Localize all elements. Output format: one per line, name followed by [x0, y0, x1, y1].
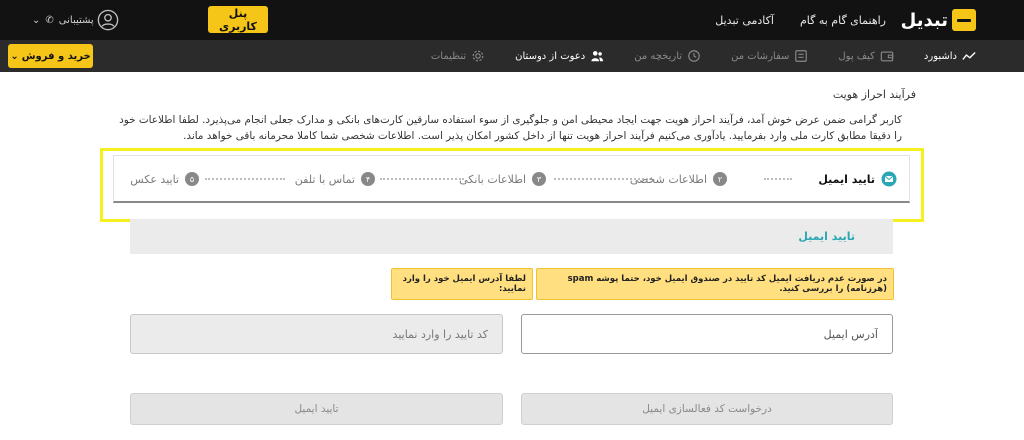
subnav-item-history[interactable]: تاریخچه من	[634, 49, 701, 63]
envelope-icon	[881, 171, 897, 187]
step-number: ۵	[185, 172, 199, 186]
step-label: تایید عکس	[130, 172, 179, 186]
subnav-item-invite[interactable]: دعوت از دوستان	[515, 49, 604, 63]
step-photo[interactable]: ۵ تایید عکس	[130, 156, 199, 202]
user-panel-button[interactable]: پنل کاربری	[208, 6, 268, 33]
step-label: تماس با تلفن	[294, 172, 355, 186]
step-bank-info[interactable]: ۳ اطلاعات بانکی	[459, 156, 546, 202]
subnav-item-settings[interactable]: تنظیمات	[431, 49, 485, 63]
subnav-item-dashboard[interactable]: داشبورد	[924, 49, 976, 63]
verification-stepper: تایید ایمیل ۲ اطلاعات شخصی ۳ اطلاعات بان…	[113, 155, 910, 203]
buy-sell-button[interactable]: ⌄ خرید و فروش	[8, 44, 93, 68]
subnav-label: کیف پول	[838, 50, 875, 62]
step-connector	[380, 178, 464, 180]
nav-academy-link[interactable]: آکادمی تبدیل	[715, 14, 774, 27]
gear-icon	[472, 50, 484, 62]
email-section-title: تایید ایمیل	[798, 230, 855, 243]
intro-text: کاربر گرامی ضمن عرض خوش آمد، فرآیند احرا…	[119, 114, 902, 142]
step-connector	[764, 178, 792, 180]
step-label: اطلاعات بانکی	[459, 172, 526, 186]
step-email[interactable]: تایید ایمیل	[818, 156, 897, 202]
chart-icon	[962, 52, 976, 60]
support-menu[interactable]: ⌄ ✆ پشتیبانی	[32, 0, 94, 40]
chevron-down-icon: ⌄	[10, 50, 19, 62]
subnav-item-wallet[interactable]: کیف پول	[838, 49, 894, 63]
subnav-label: سفارشات من	[731, 50, 790, 62]
step-number: ۴	[361, 172, 375, 186]
request-code-button[interactable]: درخواست کد فعالسازی ایمیل	[521, 393, 893, 425]
email-input[interactable]	[521, 314, 893, 354]
sub-nav-bar: داشبورد کیف پول سفارشات من تاریخچه من دع…	[0, 40, 1024, 72]
subnav-item-orders[interactable]: سفارشات من	[731, 49, 808, 63]
email-section-header: تایید ایمیل	[130, 219, 893, 254]
subnav-label: داشبورد	[923, 50, 957, 62]
confirm-email-button[interactable]: تایید ایمیل	[130, 393, 503, 425]
subnav-label: دعوت از دوستان	[515, 50, 586, 62]
subnav-label: تاریخچه من	[634, 50, 683, 62]
brand-name: تبدیل	[900, 9, 948, 31]
step-label: اطلاعات شخصی	[629, 172, 707, 186]
step-number: ۳	[532, 172, 546, 186]
verification-code-input[interactable]	[130, 314, 503, 354]
support-label: پشتیبانی	[58, 14, 94, 26]
logo-mark-icon	[952, 9, 976, 31]
sub-nav: داشبورد کیف پول سفارشات من تاریخچه من دع…	[431, 40, 976, 72]
buy-sell-label: خرید و فروش	[21, 50, 91, 62]
enter-email-alert: لطفا آدرس ایمیل خود را وارد نمایید:	[391, 268, 533, 300]
step-number: ۲	[713, 172, 727, 186]
orders-icon	[795, 50, 808, 62]
step-label: تایید ایمیل	[818, 172, 875, 186]
top-nav: راهنمای گام به گام آکادمی تبدیل	[715, 0, 886, 40]
chevron-down-icon: ⌄	[32, 14, 41, 26]
step-personal-info[interactable]: ۲ اطلاعات شخصی	[630, 156, 727, 202]
history-icon	[688, 50, 700, 62]
step-phone-call[interactable]: ۴ تماس با تلفن	[295, 156, 375, 202]
spam-alert: در صورت عدم دریافت ایمیل کد تایید در صند…	[536, 268, 894, 300]
wallet-icon	[880, 51, 894, 62]
brand-logo[interactable]: تبدیل	[901, 7, 976, 33]
user-icon[interactable]	[97, 9, 119, 31]
subnav-label: تنظیمات	[430, 50, 467, 62]
step-connector	[205, 178, 285, 180]
nav-guide-link[interactable]: راهنمای گام به گام	[800, 14, 886, 27]
phone-icon: ✆	[45, 14, 54, 26]
page-title: فرآیند احراز هویت	[832, 88, 916, 101]
users-icon	[591, 51, 604, 62]
top-bar: تبدیل راهنمای گام به گام آکادمی تبدیل پن…	[0, 0, 1024, 40]
